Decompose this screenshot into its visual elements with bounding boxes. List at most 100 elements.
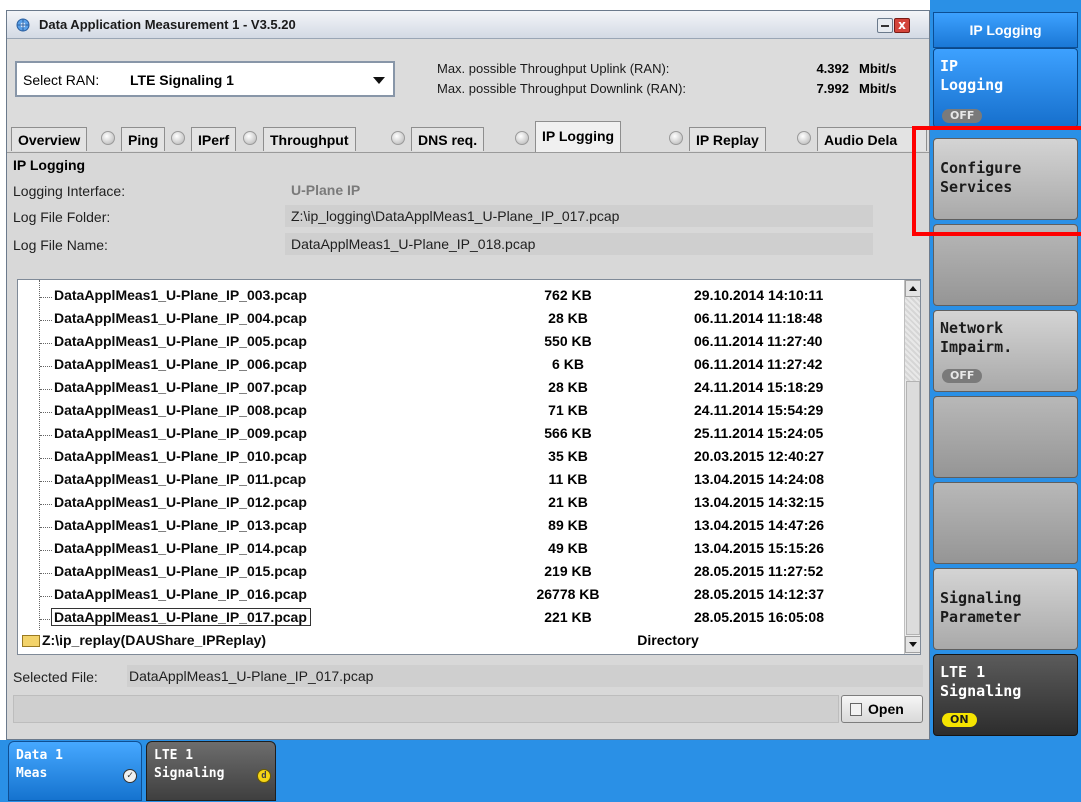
minimize-button[interactable]	[877, 18, 893, 33]
file-row[interactable]: DataApplMeas1_U-Plane_IP_010.pcap 35 KB 20…	[18, 447, 904, 467]
file-row[interactable]: DataApplMeas1_U-Plane_IP_006.pcap 6 KB 06.…	[18, 355, 904, 375]
file-row[interactable]: DataApplMeas1_U-Plane_IP_004.pcap 28 KB 06…	[18, 309, 904, 329]
file-date: 13.04.2015 15:15:26	[694, 540, 824, 556]
log-file-name-field[interactable]: DataApplMeas1_U-Plane_IP_018.pcap	[285, 233, 873, 255]
directory-row[interactable]: Z:\ip_replay(DAUShare_IPReplay) Director…	[18, 631, 904, 651]
selected-file-field[interactable]: DataApplMeas1_U-Plane_IP_017.pcap	[127, 665, 923, 687]
file-size: 11 KB	[548, 471, 588, 487]
highlight-annotation	[912, 126, 1081, 236]
folder-icon	[22, 635, 40, 647]
file-row[interactable]: DataApplMeas1_U-Plane_IP_007.pcap 28 KB 24…	[18, 378, 904, 398]
file-date: 20.03.2015 12:40:27	[694, 448, 824, 464]
tree-branch	[40, 573, 52, 574]
file-row[interactable]: DataApplMeas1_U-Plane_IP_015.pcap 219 KB 2…	[18, 562, 904, 582]
section-title: IP Logging	[13, 157, 86, 173]
file-browser-list[interactable]: DataApplMeas1_U-Plane_IP_003.pcap 762 KB 2…	[17, 279, 921, 655]
tab-overview[interactable]: Overview	[11, 127, 88, 151]
file-size: 35 KB	[548, 448, 588, 464]
file-row[interactable]: DataApplMeas1_U-Plane_IP_003.pcap 762 KB 2…	[18, 286, 904, 306]
file-row[interactable]: DataApplMeas1_U-Plane_IP_013.pcap 89 KB 13…	[18, 516, 904, 536]
tab-ping[interactable]: Ping	[121, 127, 166, 151]
task-bar: Data 1 Meas ✓ LTE 1 Signaling d	[0, 740, 1081, 802]
status-led-icon	[515, 131, 529, 145]
file-date: 06.11.2014 11:27:40	[694, 333, 823, 349]
file-row[interactable]: DataApplMeas1_U-Plane_IP_014.pcap 49 KB 13…	[18, 539, 904, 559]
network-impairm-softkey[interactable]: Network Impairm. OFF	[933, 310, 1078, 392]
file-size: 550 KB	[544, 333, 592, 349]
tab-ip-logging[interactable]: IP Logging	[535, 121, 622, 152]
empty-softkey-5[interactable]	[933, 396, 1078, 478]
ip-logging-softkey[interactable]: IP Logging OFF	[933, 48, 1078, 128]
tab-label: IPerf	[198, 132, 230, 148]
log-file-folder-label: Log File Folder:	[13, 209, 111, 225]
file-date: 06.11.2014 11:27:42	[694, 356, 823, 372]
file-size: 762 KB	[544, 287, 592, 303]
file-size: 566 KB	[544, 425, 592, 441]
logging-interface-value: U-Plane IP	[291, 182, 361, 198]
tab-dns-req[interactable]: DNS req.	[411, 127, 485, 151]
file-row[interactable]: DataApplMeas1_U-Plane_IP_008.pcap 71 KB 24…	[18, 401, 904, 421]
selected-file-label: Selected File:	[13, 669, 98, 685]
empty-softkey-3[interactable]	[933, 224, 1078, 306]
tab-label: Ping	[128, 132, 159, 148]
document-icon	[850, 703, 862, 716]
file-row[interactable]: DataApplMeas1_U-Plane_IP_005.pcap 550 KB 0…	[18, 332, 904, 352]
softkey-label: Signaling Parameter	[940, 589, 1022, 626]
lte1-signaling-softkey[interactable]: LTE 1 Signaling ON	[933, 654, 1078, 736]
directory-name: Z:\ip_replay(DAUShare_IPReplay)	[42, 632, 267, 648]
file-name: DataApplMeas1_U-Plane_IP_013.pcap	[54, 517, 307, 533]
file-row-selected[interactable]: DataApplMeas1_U-Plane_IP_017.pcap 221 KB 2…	[18, 608, 904, 628]
vertical-scrollbar[interactable]	[904, 280, 920, 654]
open-button[interactable]: Open	[841, 695, 923, 723]
file-size: 6 KB	[552, 356, 584, 372]
chevron-down-icon[interactable]	[373, 77, 385, 84]
tree-branch	[40, 435, 52, 436]
file-row[interactable]: DataApplMeas1_U-Plane_IP_009.pcap 566 KB 2…	[18, 424, 904, 444]
tab-label: DNS req.	[418, 132, 478, 148]
tab-iperf[interactable]: IPerf	[191, 127, 237, 151]
task-lte-signaling-button[interactable]: LTE 1 Signaling d	[146, 741, 276, 801]
tab-ip-replay[interactable]: IP Replay	[689, 127, 766, 151]
tree-branch	[40, 481, 52, 482]
tab-audio-delay[interactable]: Audio Dela	[817, 127, 927, 151]
tab-label: IP Logging	[542, 128, 615, 144]
ran-select[interactable]: Select RAN: LTE Signaling 1	[15, 61, 395, 97]
tree-branch	[40, 458, 52, 459]
file-name: DataApplMeas1_U-Plane_IP_008.pcap	[54, 402, 307, 418]
file-name: DataApplMeas1_U-Plane_IP_003.pcap	[54, 287, 307, 303]
signaling-parameter-softkey[interactable]: Signaling Parameter	[933, 568, 1078, 650]
close-button[interactable]: x	[894, 18, 910, 33]
file-name: DataApplMeas1_U-Plane_IP_005.pcap	[54, 333, 307, 349]
scroll-up-icon[interactable]	[905, 280, 920, 297]
file-size: 89 KB	[548, 517, 588, 533]
state-badge: OFF	[942, 109, 983, 123]
tab-throughput[interactable]: Throughput	[263, 127, 356, 151]
log-file-name-row: Log File Name: DataApplMeas1_U-Plane_IP_…	[7, 233, 929, 257]
softkey-label: Network Impairm.	[940, 319, 1013, 356]
scroll-track[interactable]	[905, 297, 920, 381]
file-date: 28.05.2015 11:27:52	[694, 563, 824, 579]
tree-branch	[40, 389, 52, 390]
file-row[interactable]: DataApplMeas1_U-Plane_IP_011.pcap 11 KB 13…	[18, 470, 904, 490]
tree-branch	[40, 343, 52, 344]
downlink-throughput-value: 7.992	[816, 81, 849, 96]
task-label-line2: Signaling	[154, 766, 225, 781]
scroll-down-icon[interactable]	[905, 636, 920, 653]
task-data-meas-button[interactable]: Data 1 Meas ✓	[8, 741, 142, 801]
log-file-folder-field[interactable]: Z:\ip_logging\DataApplMeas1_U-Plane_IP_0…	[285, 205, 873, 227]
file-date: 13.04.2015 14:47:26	[694, 517, 824, 533]
tab-label: Throughput	[270, 132, 349, 148]
file-row[interactable]: DataApplMeas1_U-Plane_IP_012.pcap 21 KB 13…	[18, 493, 904, 513]
status-led-icon	[243, 131, 257, 145]
tree-branch	[40, 320, 52, 321]
scroll-thumb[interactable]	[906, 381, 920, 635]
status-led-icon	[101, 131, 115, 145]
file-name: DataApplMeas1_U-Plane_IP_012.pcap	[54, 494, 307, 510]
file-date: 25.11.2014 15:24:05	[694, 425, 824, 441]
task-label-line1: Data 1	[16, 748, 63, 763]
uplink-throughput-label: Max. possible Throughput Uplink (RAN):	[437, 61, 670, 76]
file-row[interactable]: DataApplMeas1_U-Plane_IP_016.pcap 26778 K…	[18, 585, 904, 605]
empty-softkey-6[interactable]	[933, 482, 1078, 564]
file-date: 13.04.2015 14:32:15	[694, 494, 824, 510]
tree-branch	[40, 412, 52, 413]
